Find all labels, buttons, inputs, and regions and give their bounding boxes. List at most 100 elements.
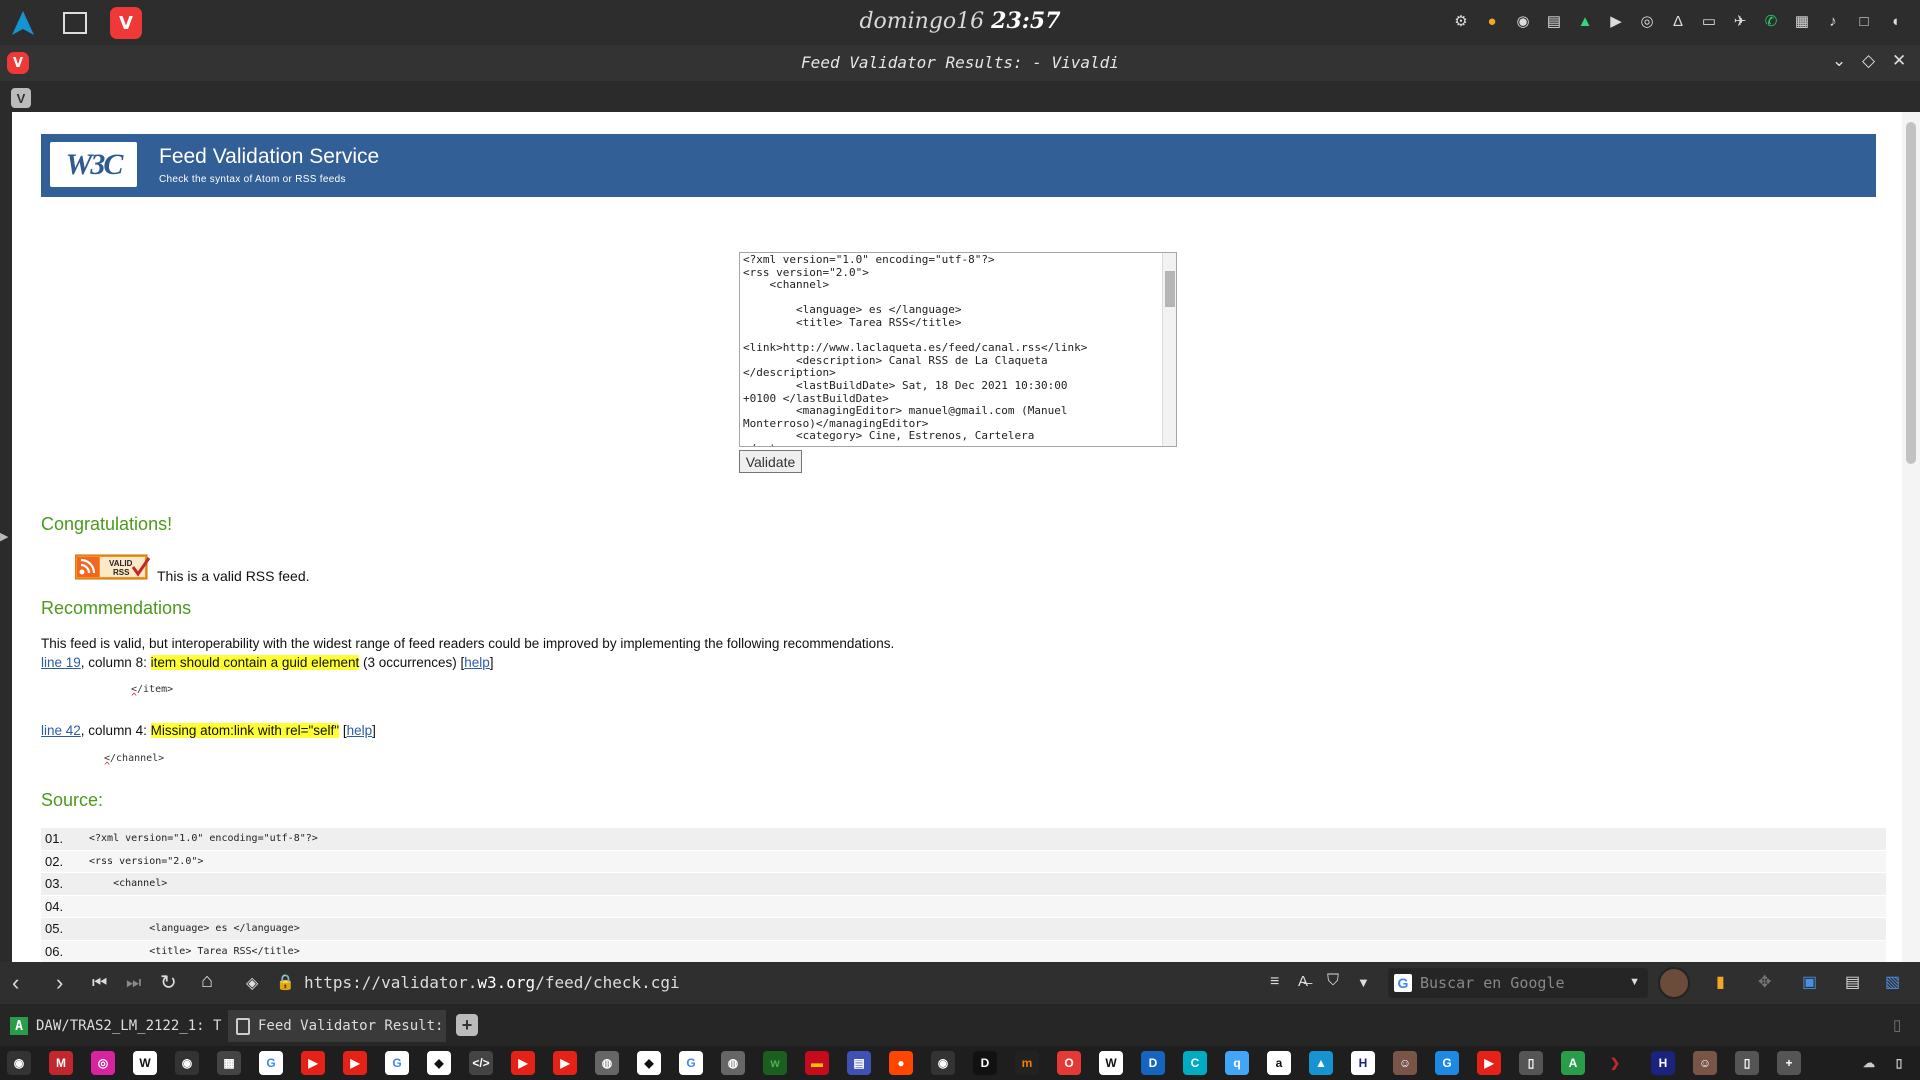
validate-button[interactable]: Validate — [739, 450, 802, 473]
app-m-icon[interactable]: M — [49, 1051, 73, 1075]
arch-icon[interactable]: ▲ — [1309, 1051, 1333, 1075]
maximize-icon[interactable]: ◇ — [1862, 51, 1875, 71]
github-icon[interactable]: ◉ — [931, 1051, 955, 1075]
youtube-icon[interactable]: ▶ — [553, 1051, 577, 1075]
vivaldi-taskbar-icon[interactable]: V — [110, 7, 142, 39]
app-g-icon[interactable]: G — [1435, 1051, 1459, 1075]
audio-output-icon[interactable]: ◖ — [1884, 10, 1906, 32]
google-icon[interactable]: G — [679, 1051, 703, 1075]
minimize-icon[interactable]: ⌄ — [1832, 51, 1846, 71]
google-icon[interactable]: G — [385, 1051, 409, 1075]
app-h-dark-icon[interactable]: H — [1651, 1051, 1675, 1075]
reload-icon[interactable]: ↻ — [160, 970, 177, 995]
bookmark-icon[interactable]: ⛉ — [1327, 972, 1339, 990]
youtube-icon[interactable]: ▶ — [301, 1051, 325, 1075]
page-scrollbar[interactable] — [1902, 112, 1920, 962]
terminal-tray-icon[interactable]: ▭ — [1698, 10, 1720, 32]
firefox-tray-icon[interactable]: ● — [1481, 10, 1503, 32]
feed-source-textarea[interactable]: <?xml version="1.0" encoding="utf-8"?> <… — [739, 252, 1177, 447]
clipboard-tray-icon[interactable]: ▦ — [1791, 10, 1813, 32]
panel-toggle-icon[interactable]: V — [11, 88, 31, 108]
tab-feed-validator[interactable]: Feed Validator Result: — [228, 1010, 446, 1042]
fast-forward-icon[interactable]: ⏭ — [126, 973, 141, 993]
amazon-icon[interactable]: a — [1267, 1051, 1291, 1075]
help-link[interactable]: help — [347, 723, 373, 738]
app-c-icon[interactable]: C — [1183, 1051, 1207, 1075]
discord-tray-icon[interactable]: ◉ — [1512, 10, 1534, 32]
reddit-icon[interactable]: ● — [889, 1051, 913, 1075]
oracle-icon[interactable]: O — [1057, 1051, 1081, 1075]
moodle-icon[interactable]: A — [1561, 1051, 1585, 1075]
panel-expand-icon[interactable]: ▶ — [0, 530, 8, 543]
google-icon[interactable]: G — [259, 1051, 283, 1075]
extension-move-icon[interactable]: ✥ — [1758, 972, 1771, 992]
profile-avatar[interactable] — [1658, 967, 1690, 999]
cloud-icon[interactable]: ☁ — [1857, 1051, 1881, 1075]
printer-tray-icon[interactable]: ▤ — [1543, 10, 1565, 32]
person-avatar-icon[interactable]: ☺ — [1693, 1051, 1717, 1075]
app-h-icon[interactable]: H — [1351, 1051, 1375, 1075]
arch-launcher-icon[interactable] — [6, 6, 40, 40]
app-d-icon[interactable]: D — [973, 1051, 997, 1075]
wikipedia-icon[interactable]: W — [1099, 1051, 1123, 1075]
app-d-blue-icon[interactable]: D — [1141, 1051, 1165, 1075]
help-link[interactable]: help — [464, 655, 490, 670]
dropdown-icon[interactable]: ▼ — [1357, 975, 1370, 990]
rewind-icon[interactable]: ⏮ — [92, 973, 107, 993]
vivaldi-menu-icon[interactable]: V — [7, 52, 29, 74]
globe-icon[interactable]: ◍ — [721, 1051, 745, 1075]
close-icon[interactable]: ✕ — [1892, 51, 1906, 71]
media-player-icon[interactable]: ▶ — [1605, 10, 1627, 32]
github-icon[interactable]: ◉ — [175, 1051, 199, 1075]
extension-color-icon[interactable]: ▮ — [1716, 972, 1725, 992]
youtube-icon[interactable]: ▶ — [1477, 1051, 1501, 1075]
home-icon[interactable]: ⌂ — [201, 970, 213, 993]
reader-view-icon[interactable]: ≡ — [1270, 973, 1279, 991]
document-icon[interactable]: ▯ — [1519, 1051, 1543, 1075]
instagram-icon[interactable]: ◎ — [91, 1051, 115, 1075]
arrow-icon[interactable]: ❯ — [1603, 1051, 1627, 1075]
show-desktop-icon[interactable] — [58, 6, 92, 40]
youtube-icon[interactable]: ▶ — [511, 1051, 535, 1075]
translate-icon[interactable]: A̶ — [1298, 973, 1308, 990]
ghost-tray-icon[interactable]: ▲ — [1574, 10, 1596, 32]
line-link[interactable]: line 42 — [41, 723, 81, 738]
page-scrollbar-thumb[interactable] — [1906, 122, 1916, 464]
display-tray-icon[interactable]: □ — [1853, 10, 1875, 32]
app-w-icon[interactable]: w — [763, 1051, 787, 1075]
back-icon[interactable]: ‹ — [12, 970, 19, 996]
url-field[interactable]: https://validator.w3.org/feed/check.cgi — [304, 973, 680, 992]
spain-flag-icon[interactable]: ▬ — [805, 1051, 829, 1075]
textarea-scrollbar[interactable] — [1162, 253, 1176, 446]
volume-icon[interactable]: ♪ — [1822, 10, 1844, 32]
google-translate-icon[interactable]: ▣ — [1802, 972, 1817, 992]
clipboard-extension-icon[interactable]: ▤ — [1845, 972, 1860, 992]
network-tray-icon[interactable]: ✈ — [1729, 10, 1751, 32]
trash-icon[interactable]: ▯ — [1887, 1051, 1911, 1075]
qbittorrent-icon[interactable]: q — [1225, 1051, 1249, 1075]
globe-icon[interactable]: ◍ — [595, 1051, 619, 1075]
app-dashboard-icon[interactable]: ▤ — [847, 1051, 871, 1075]
youtube-icon[interactable]: ▶ — [343, 1051, 367, 1075]
new-tab-button[interactable]: + — [456, 1014, 478, 1036]
chat-icon[interactable]: ◆ — [427, 1051, 451, 1075]
notification-icon[interactable]: ⚙ — [1450, 10, 1472, 32]
code-icon[interactable]: </> — [469, 1051, 493, 1075]
whatsapp-tray-icon[interactable]: ✆ — [1760, 10, 1782, 32]
search-input[interactable]: G Buscar en Google ▼ — [1388, 968, 1648, 998]
add-app-icon[interactable]: + — [1777, 1051, 1801, 1075]
trash-icon[interactable]: ▯ — [1893, 1016, 1901, 1034]
app-m-lower-icon[interactable]: m — [1015, 1051, 1039, 1075]
search-engine-dropdown-icon[interactable]: ▼ — [1629, 976, 1640, 988]
extensions-icon[interactable]: ▧ — [1885, 972, 1900, 992]
person-avatar-icon[interactable]: ☺ — [1393, 1051, 1417, 1075]
shield-icon[interactable]: ◈ — [246, 973, 258, 993]
w3c-logo[interactable]: W3C — [50, 142, 137, 187]
lock-icon[interactable]: 🔒 — [276, 973, 295, 991]
wikipedia-icon[interactable]: W — [133, 1051, 157, 1075]
arch-update-icon[interactable]: Δ — [1667, 10, 1689, 32]
github-icon[interactable]: ◉ — [7, 1051, 31, 1075]
forward-icon[interactable]: › — [56, 970, 63, 996]
calculator-icon[interactable]: ▦ — [217, 1051, 241, 1075]
chat-icon[interactable]: ◆ — [637, 1051, 661, 1075]
